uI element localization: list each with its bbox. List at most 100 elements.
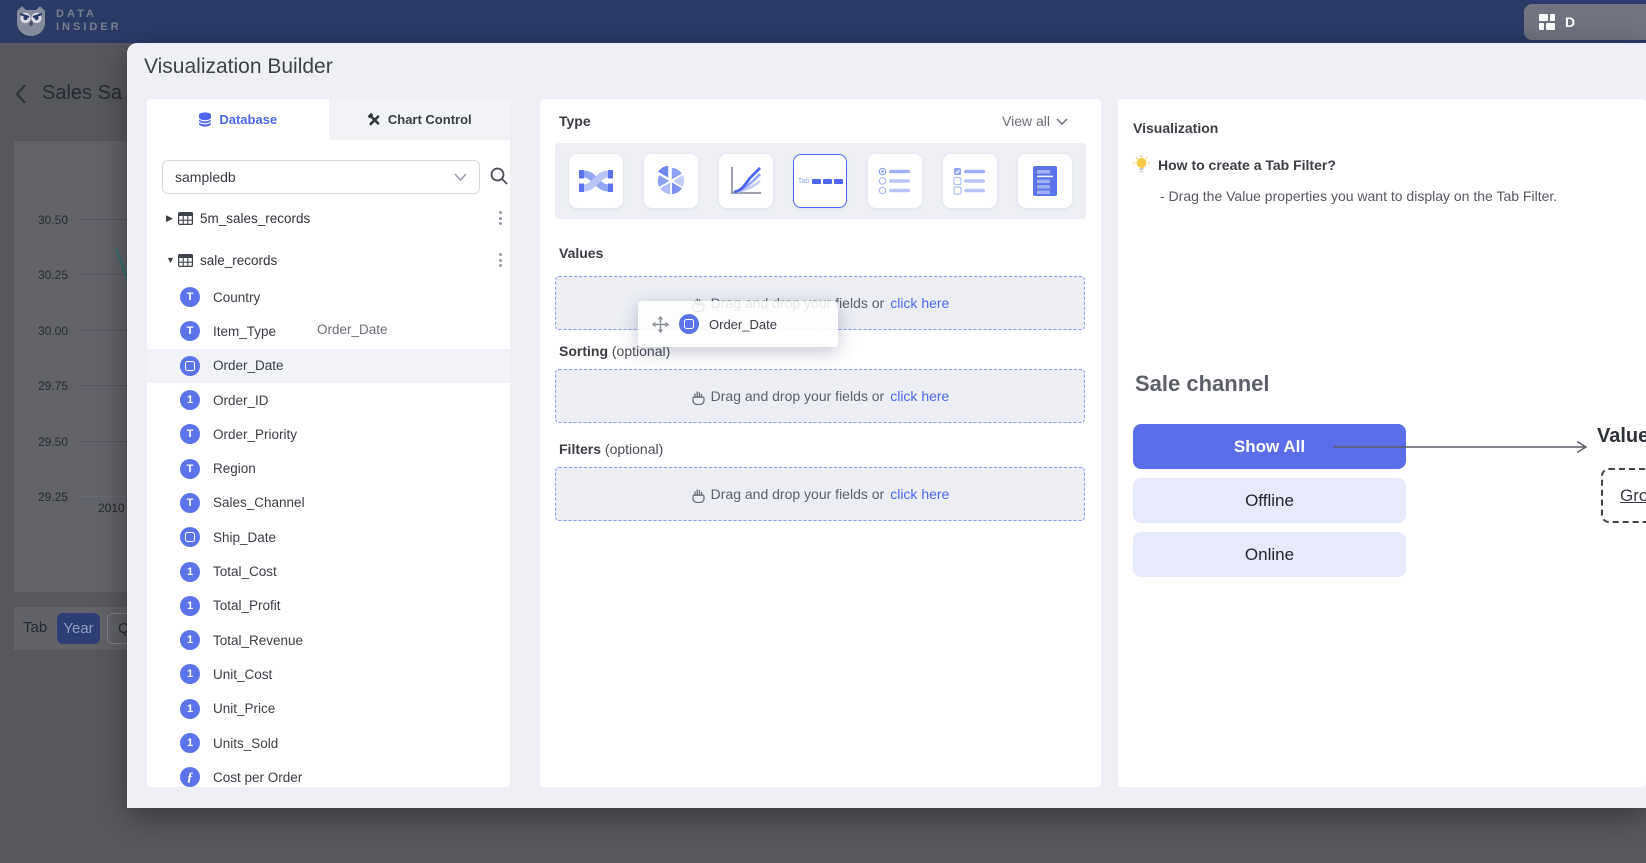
filters-dropzone[interactable]: Drag and drop your fields or click here xyxy=(555,467,1085,521)
chart-type-pie[interactable] xyxy=(644,154,698,208)
field-row[interactable]: TItem_Type xyxy=(147,314,510,348)
background-toolbar: Tab Year Qu xyxy=(14,607,134,650)
field-row[interactable]: ƒ Cost per Order xyxy=(147,760,510,794)
click-here-link[interactable]: click here xyxy=(890,388,949,404)
top-nav: DATA INSIDER D xyxy=(0,0,1646,43)
tab-chart-control[interactable]: Chart Control xyxy=(329,99,511,140)
toolbar-label: Tab xyxy=(23,619,47,636)
text-field-icon: T xyxy=(180,321,200,341)
field-row[interactable]: 1 Order_ID xyxy=(147,383,510,417)
field-label: Country xyxy=(213,290,260,305)
table-menu-button[interactable] xyxy=(491,209,509,227)
table-menu-button[interactable] xyxy=(491,251,509,269)
text-field-icon: T xyxy=(180,493,200,513)
database-panel: Database Chart Control sampledb xyxy=(147,99,510,787)
chart-type-line[interactable] xyxy=(719,154,773,208)
field-row[interactable]: T Country xyxy=(147,280,510,314)
modal-title: Visualization Builder xyxy=(144,55,333,79)
search-button[interactable] xyxy=(487,165,511,189)
database-icon xyxy=(198,112,212,127)
field-row[interactable]: 1 Units_Sold xyxy=(147,726,510,760)
field-label: Units_Sold xyxy=(213,736,278,751)
text-field-icon: T xyxy=(180,287,200,307)
chart-type-multi-choice[interactable] xyxy=(943,154,997,208)
y-axis-tick: 30.50 xyxy=(20,213,68,227)
chart-type-single-choice[interactable] xyxy=(868,154,922,208)
view-all-button[interactable]: View all xyxy=(996,112,1074,130)
table-node-sale-records[interactable]: ▼ sale_records xyxy=(147,247,510,273)
field-row[interactable]: 1Total_Profit xyxy=(147,589,510,623)
pie-chart-icon xyxy=(655,165,687,197)
field-label: Order_ID xyxy=(213,393,269,408)
chart-type-sankey[interactable] xyxy=(569,154,623,208)
number-field-icon: 1 xyxy=(180,630,200,650)
single-choice-icon xyxy=(878,167,912,195)
brand-line2: INSIDER xyxy=(56,21,122,34)
drag-hand-icon xyxy=(691,486,705,503)
date-field-icon xyxy=(180,527,200,547)
y-axis-tick: 30.25 xyxy=(20,268,68,282)
field-row[interactable]: 1Total_Cost xyxy=(147,554,510,588)
field-row[interactable]: Ship_Date xyxy=(147,520,510,554)
tab-database-label: Database xyxy=(219,112,277,127)
function-field-icon: ƒ xyxy=(180,767,200,787)
dropzone-text: Drag and drop your fields or xyxy=(711,388,885,404)
back-chevron-icon[interactable] xyxy=(14,83,28,105)
year-button[interactable]: Year xyxy=(57,613,100,644)
click-here-link[interactable]: click here xyxy=(890,295,949,311)
chart-type-strip: Tab xyxy=(555,143,1086,219)
tab-option-online[interactable]: Online xyxy=(1133,532,1406,577)
chevron-down-icon xyxy=(1056,118,1068,125)
x-axis-tick: 2010 xyxy=(98,501,125,515)
tab-option-offline[interactable]: Offline xyxy=(1133,478,1406,523)
line-chart-icon xyxy=(729,165,763,197)
visualization-panel: Visualization How to create a Tab Filter… xyxy=(1118,99,1646,787)
drag-chip-label: Order_Date xyxy=(709,317,777,332)
field-row[interactable]: Order_Date xyxy=(147,349,510,383)
field-row[interactable]: 1Unit_Price xyxy=(147,692,510,726)
field-row[interactable]: TRegion xyxy=(147,451,510,485)
field-row[interactable]: 1Total_Revenue xyxy=(147,623,510,657)
table-icon xyxy=(178,254,193,267)
database-select[interactable]: sampledb xyxy=(162,160,480,194)
number-field-icon: 1 xyxy=(180,733,200,753)
dashboard-grid-icon xyxy=(1538,13,1556,31)
chart-type-tab-filter[interactable]: Tab xyxy=(793,154,847,208)
optional-suffix: (optional) xyxy=(601,441,663,457)
search-icon xyxy=(489,166,509,186)
date-field-icon xyxy=(679,314,699,334)
visualization-title: Visualization xyxy=(1133,120,1218,136)
caret-collapsed-icon[interactable]: ▶ xyxy=(166,213,178,224)
tab-option-show-all[interactable]: Show All xyxy=(1133,424,1406,469)
date-field-icon xyxy=(180,356,200,376)
click-here-link[interactable]: click here xyxy=(890,486,949,502)
sorting-dropzone[interactable]: Drag and drop your fields or click here xyxy=(555,369,1085,423)
tip-title: How to create a Tab Filter? xyxy=(1158,157,1336,173)
caret-expanded-icon[interactable]: ▼ xyxy=(166,255,178,265)
tools-icon xyxy=(367,113,381,127)
annotation-heading: Value xyxy=(1597,425,1646,448)
group-link[interactable]: Group xyxy=(1620,486,1646,506)
field-label: Cost per Order xyxy=(213,770,302,785)
type-section-label: Type xyxy=(559,113,591,129)
field-row[interactable]: 1Unit_Cost xyxy=(147,657,510,691)
dashboard-button[interactable]: D xyxy=(1524,4,1646,40)
field-label: Ship_Date xyxy=(213,530,276,545)
drag-chip-order-date[interactable]: Order_Date xyxy=(638,301,838,347)
multi-choice-icon xyxy=(953,167,987,195)
tab-database[interactable]: Database xyxy=(147,99,329,140)
chart-type-dropdown[interactable] xyxy=(1018,154,1072,208)
field-row[interactable]: TOrder_Priority xyxy=(147,417,510,451)
lightbulb-icon xyxy=(1133,155,1150,174)
field-label: Unit_Cost xyxy=(213,667,272,682)
table-name: sale_records xyxy=(200,253,277,268)
field-list: TCountryTItem_TypeOrder_Date1Order_IDTOr… xyxy=(147,280,510,794)
field-label: Order_Priority xyxy=(213,427,297,442)
number-field-icon: 1 xyxy=(180,390,200,410)
field-row[interactable]: TSales_Channel xyxy=(147,486,510,520)
visualization-builder-modal: Visualization Builder Database Chart Con… xyxy=(127,43,1646,808)
brand-line1: DATA xyxy=(56,8,122,21)
table-node-5m-sales-records[interactable]: ▶ 5m_sales_records xyxy=(147,205,510,231)
dashboard-button-label: D xyxy=(1565,14,1575,30)
number-field-icon: 1 xyxy=(180,699,200,719)
